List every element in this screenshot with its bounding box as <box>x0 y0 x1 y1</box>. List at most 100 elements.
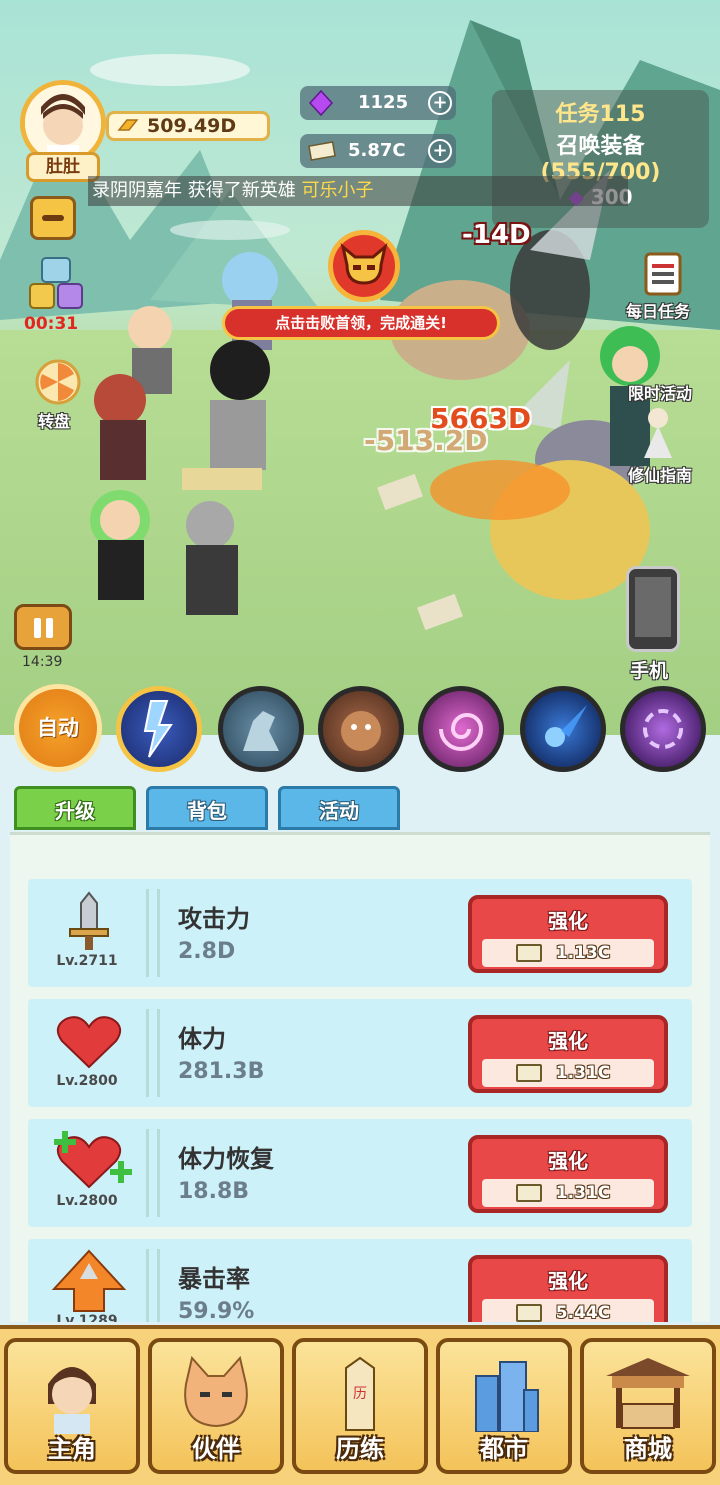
nav-label: 伙伴 <box>192 1435 240 1463</box>
upgrade-level: Lv.2800 <box>56 1073 118 1089</box>
heart-plus-icon <box>54 1131 132 1189</box>
gift-timer: 00:31 <box>24 314 79 334</box>
skill-lightning[interactable] <box>116 686 202 772</box>
gems-value: 1125 <box>358 92 409 113</box>
nav-partner[interactable]: 伙伴 <box>148 1338 284 1474</box>
quest-title: 任务115 <box>555 102 646 127</box>
ticker-message: 获得了新英雄 <box>182 180 302 201</box>
auto-button[interactable]: 自动 <box>14 684 102 772</box>
boss-button[interactable] <box>328 230 400 302</box>
city-icon <box>475 1361 539 1432</box>
cat-icon <box>184 1355 248 1428</box>
boss-banner[interactable]: 点击击败首领，完成通关! <box>222 306 500 340</box>
vortex-icon <box>439 713 484 751</box>
dragon-icon <box>243 711 279 751</box>
upgrade-button-label: 强化 <box>548 1149 588 1173</box>
upgrade-cost: 1.31C <box>482 1179 654 1207</box>
tab-upgrade[interactable]: 升级 <box>14 786 136 830</box>
skill-vortex[interactable] <box>418 686 504 772</box>
nav-label: 都市 <box>480 1435 528 1463</box>
tab-bag[interactable]: 背包 <box>146 786 268 830</box>
upgrade-list[interactable]: Lv.2711 攻击力 2.8D 强化 1.13C Lv.2800 体力 281… <box>10 832 710 1322</box>
gold-value: 509.49D <box>147 115 237 137</box>
upgrade-button-label: 强化 <box>548 909 588 933</box>
upgrade-name: 暴击率 <box>178 1265 250 1293</box>
damage-number: -14D <box>462 220 531 250</box>
beast-icon <box>341 711 381 751</box>
cash-counter: 5.87C + <box>300 134 456 168</box>
cash-icon <box>516 1304 542 1322</box>
nav-training[interactable]: 历 历练 <box>292 1338 428 1474</box>
upgrade-row-regen: Lv.2800 体力恢复 18.8B 强化 1.31C <box>28 1119 692 1227</box>
upgrade-button[interactable]: 强化 1.31C <box>468 1015 668 1093</box>
skill-beast[interactable] <box>318 686 404 772</box>
arrow-up-icon <box>51 1249 127 1312</box>
upgrade-cost: 1.13C <box>482 939 654 967</box>
news-ticker: 录阴阴嘉年 获得了新英雄 可乐小子 <box>88 176 628 206</box>
sage-icon <box>644 408 672 458</box>
nav-label: 商城 <box>624 1435 672 1463</box>
ticker-hero: 可乐小子 <box>301 180 374 201</box>
quest-name: 召唤装备 <box>556 134 645 159</box>
nav-label: 主角 <box>48 1435 96 1463</box>
sword-icon <box>69 891 109 950</box>
gem-icon <box>308 90 334 116</box>
tablet-icon: 历 <box>345 1356 375 1431</box>
row-divider <box>146 1249 160 1322</box>
upgrade-button[interactable]: 强化 5.44C <box>468 1255 668 1322</box>
gold-counter: 509.49D <box>106 111 270 141</box>
quest-panel[interactable]: 任务115 召唤装备 (555/700) ◆ 300 <box>492 90 709 228</box>
upgrade-row-stamina: Lv.2800 体力 281.3B 强化 1.31C <box>28 999 692 1107</box>
upgrade-row-crit: Lv.1289 暴击率 59.9% 强化 5.44C <box>28 1239 692 1322</box>
collapse-button[interactable] <box>30 196 76 240</box>
gold-coin-icon <box>117 119 139 131</box>
shop-stall-icon <box>606 1358 690 1429</box>
spiral-icon <box>643 709 683 749</box>
skill-comet[interactable] <box>520 686 606 772</box>
lightning-icon <box>143 700 173 758</box>
upgrade-button[interactable]: 强化 1.31C <box>468 1135 668 1213</box>
tab-event[interactable]: 活动 <box>278 786 400 830</box>
add-cash-button[interactable]: + <box>428 139 452 163</box>
pause-button[interactable] <box>14 604 72 650</box>
upgrade-row-attack: Lv.2711 攻击力 2.8D 强化 1.13C <box>28 879 692 987</box>
ticker-player: 录阴阴嘉年 <box>92 180 182 201</box>
cash-icon <box>516 1064 542 1082</box>
wheel-button[interactable] <box>34 358 82 406</box>
row-divider <box>146 1129 160 1217</box>
upgrade-button-label: 强化 <box>548 1269 588 1293</box>
gift-pack-button[interactable] <box>28 256 86 314</box>
phone-button[interactable] <box>626 566 680 652</box>
upgrade-button[interactable]: 强化 1.13C <box>468 895 668 973</box>
hero-party[interactable] <box>60 240 380 630</box>
nav-hero[interactable]: 主角 <box>4 1338 140 1474</box>
guide-button[interactable] <box>636 404 680 458</box>
guide-label: 修仙指南 <box>628 466 693 485</box>
upgrade-name: 体力 <box>178 1025 226 1053</box>
upgrade-level: Lv.1289 <box>56 1313 118 1322</box>
cash-icon <box>516 944 542 962</box>
phone-icon <box>635 577 671 637</box>
wheel-icon <box>35 359 81 405</box>
upgrade-button-label: 强化 <box>548 1029 588 1053</box>
heart-icon <box>56 1016 122 1069</box>
limited-event-label[interactable]: 限时活动 <box>628 380 692 404</box>
nav-city[interactable]: 都市 <box>436 1338 572 1474</box>
daily-tasks-button[interactable] <box>640 250 686 296</box>
skill-dragon[interactable] <box>218 686 304 772</box>
nav-shop[interactable]: 商城 <box>580 1338 716 1474</box>
player-portrait-icon <box>25 85 101 161</box>
hero-icon <box>48 1367 96 1434</box>
skill-spiral[interactable] <box>620 686 706 772</box>
upgrade-name: 体力恢复 <box>178 1145 274 1173</box>
upgrade-value: 59.9% <box>178 1299 255 1322</box>
pause-timer: 14:39 <box>22 654 63 670</box>
clipboard-icon <box>644 252 682 296</box>
upgrade-name: 攻击力 <box>178 905 250 933</box>
damage-number: -513.2D <box>364 424 488 457</box>
upgrade-value: 281.3B <box>178 1059 265 1084</box>
upgrade-cost: 5.44C <box>482 1299 654 1322</box>
add-gems-button[interactable]: + <box>428 91 452 115</box>
svg-text:历: 历 <box>353 1386 367 1402</box>
daily-tasks-label: 每日任务 <box>626 302 691 321</box>
